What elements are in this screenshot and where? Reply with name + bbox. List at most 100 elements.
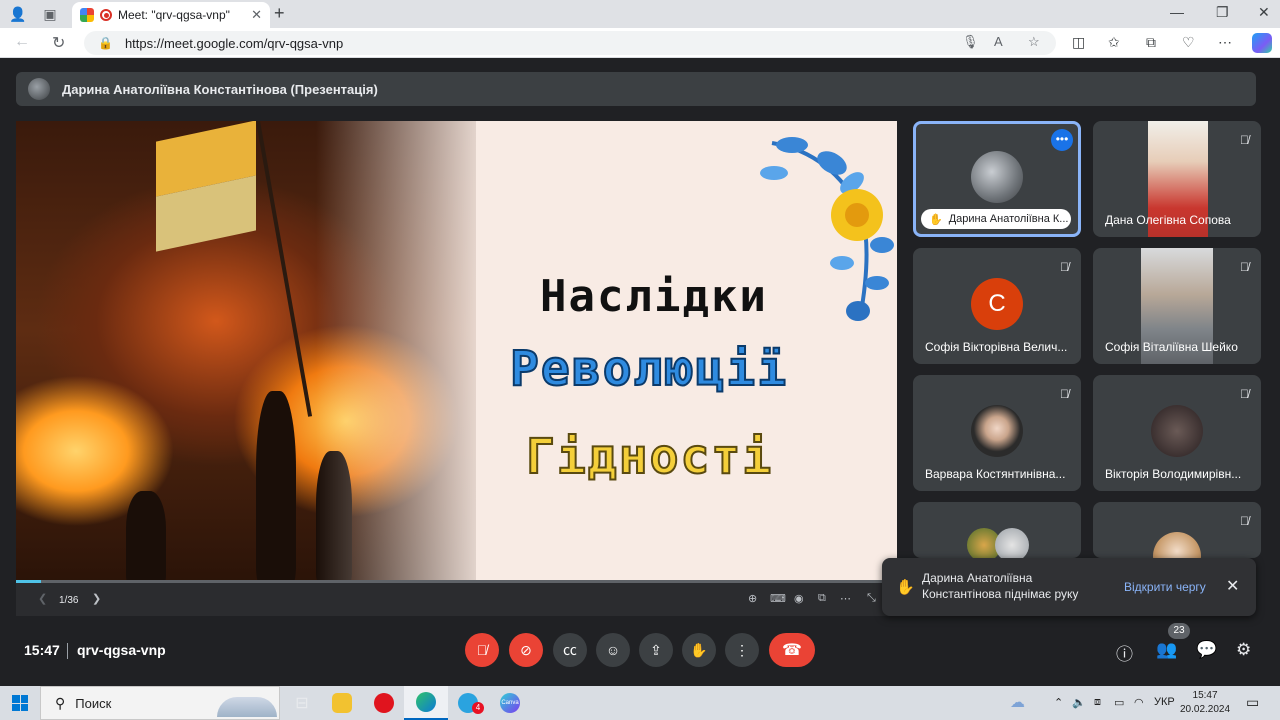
browser-tab[interactable]: Meet: "qrv-qgsa-vnp" ✕	[72, 2, 270, 28]
mic-off-icon: 🎙̸	[476, 642, 488, 658]
open-queue-button[interactable]: Відкрити чергу	[1124, 580, 1206, 594]
reactions-button[interactable]: ☺	[596, 633, 630, 667]
task-view-icon[interactable]: ⊟	[280, 686, 324, 720]
previous-slide-icon[interactable]: ❮	[38, 592, 47, 605]
new-tab-icon[interactable]: +	[274, 3, 285, 24]
more-options-icon[interactable]: ⋯	[1218, 34, 1232, 51]
weather-icon[interactable]: ☁	[1010, 693, 1025, 711]
back-icon[interactable]: ←	[14, 33, 30, 51]
keyboard-icon[interactable]: ⌨	[770, 592, 786, 605]
search-label: Поиск	[75, 695, 112, 711]
participant-name: Софія Віталіївна Шейко	[1105, 340, 1238, 354]
tab-title: Meet: "qrv-qgsa-vnp"	[118, 8, 230, 22]
zoom-icon[interactable]: ⊕	[748, 592, 757, 605]
raise-hand-button[interactable]: ✋	[682, 633, 716, 667]
minimize-icon[interactable]: —	[1170, 4, 1184, 20]
mic-muted-icon: 🎙̸	[1060, 387, 1069, 401]
reload-icon[interactable]: ↻	[52, 33, 65, 53]
meeting-code: qrv-qgsa-vnp	[77, 642, 166, 658]
present-button[interactable]: ⇪	[639, 633, 673, 667]
participant-tile[interactable]: 🎙̸ Дана Олегівна Сопова	[1093, 121, 1261, 237]
slide-title-line2: Революції	[509, 340, 789, 398]
camera-off-button[interactable]: ⊘	[509, 633, 543, 667]
notifications-icon[interactable]: ▭	[1246, 694, 1259, 711]
system-clock[interactable]: 15:47 20.02.2024	[1180, 689, 1230, 717]
file-explorer-icon[interactable]	[320, 686, 364, 720]
read-aloud-icon[interactable]: A	[994, 34, 1003, 49]
microphone-icon[interactable]: 🎙	[962, 34, 979, 50]
participant-tile[interactable]: С 🎙̸ Софія Вікторівна Велич...	[913, 248, 1081, 364]
canva-label: Canva	[500, 693, 520, 713]
opera-icon[interactable]	[362, 686, 406, 720]
participant-tile[interactable]: 🎙̸ Варвара Костянтинівна...	[913, 375, 1081, 491]
slide-options-icon[interactable]: ⧉	[818, 592, 826, 605]
emoji-icon: ☺	[605, 642, 621, 658]
lock-icon[interactable]: 🔒	[98, 36, 113, 50]
search-icon: ⚲	[55, 694, 66, 711]
meet-favicon-icon	[80, 8, 94, 22]
participant-tile[interactable]: ••• ✋ Дарина Анатоліївна К...	[913, 121, 1081, 237]
meet-tray-icon[interactable]: ⧈	[1094, 696, 1101, 709]
slide-page-indicator: 1/36	[59, 595, 79, 606]
slide-progress-fill	[16, 580, 41, 583]
hand-icon: ✋	[690, 641, 708, 658]
presenter-banner: Дарина Анатоліївна Константінова (Презен…	[16, 72, 1256, 106]
name-chip: ✋ Дарина Анатоліївна К...	[921, 209, 1071, 229]
tab-actions-icon[interactable]: ▣	[40, 4, 60, 24]
mic-off-button[interactable]: 🎙̸	[465, 633, 499, 667]
close-window-icon[interactable]: ✕	[1258, 4, 1270, 21]
profile-icon[interactable]: 👤	[8, 4, 28, 24]
chat-icon[interactable]: 💬	[1196, 640, 1217, 660]
participant-name: Варвара Костянтинівна...	[925, 467, 1066, 481]
photo-fade	[316, 121, 496, 585]
favorites-icon[interactable]: ✩	[1108, 34, 1120, 51]
maximize-icon[interactable]: ❐	[1216, 4, 1229, 21]
input-language[interactable]: УКР	[1154, 696, 1175, 708]
telegram-icon[interactable]: 4	[446, 686, 490, 720]
leave-call-button[interactable]: ☎	[769, 633, 815, 667]
more-vert-icon: ⋮	[735, 641, 749, 658]
participant-tile-group[interactable]	[913, 502, 1081, 558]
slide-more-icon[interactable]: ⋯	[840, 592, 851, 605]
battery-icon[interactable]: ▭	[1114, 696, 1124, 709]
url-field[interactable]: 🔒 https://meet.google.com/qrv-qgsa-vnp 🎙…	[84, 31, 1056, 55]
more-options-icon[interactable]: •••	[1051, 129, 1073, 151]
laser-pointer-icon[interactable]: ◉	[794, 592, 804, 605]
canva-icon[interactable]: Canva	[488, 686, 532, 720]
slide-progress-bar	[16, 580, 897, 583]
taskbar-search[interactable]: ⚲ Поиск	[40, 686, 280, 720]
meeting-info-icon[interactable]: ⓘ	[1116, 640, 1133, 665]
participant-name: Дана Олегівна Сопова	[1105, 213, 1231, 227]
show-hidden-icons-icon[interactable]: ⌃	[1054, 696, 1063, 709]
favorite-star-icon[interactable]: ☆	[1028, 34, 1040, 50]
split-screen-icon[interactable]: ◫	[1072, 34, 1085, 51]
participant-avatar	[971, 405, 1023, 457]
flag-image	[156, 121, 256, 252]
windows-taskbar: ⚲ Поиск ⊟ 4 Canva ☁ ⌃ 🔈 ⧈ ▭ ◠ УКР 15:47 …	[0, 686, 1280, 720]
exit-fullscreen-icon[interactable]: ⤡	[867, 592, 876, 605]
mic-muted-icon: 🎙̸	[1240, 260, 1249, 274]
collections-icon[interactable]: ⧉	[1146, 34, 1156, 51]
participant-tile[interactable]: 🎙̸ Вікторія Володимирівн...	[1093, 375, 1261, 491]
slide-title-line3: Гідності	[525, 428, 774, 486]
participant-count-badge: 23	[1168, 623, 1190, 639]
windows-start-icon[interactable]	[12, 695, 28, 711]
edge-icon[interactable]	[404, 686, 448, 720]
participant-tile[interactable]: 🎙̸	[1093, 502, 1261, 558]
close-tab-icon[interactable]: ✕	[251, 7, 262, 23]
copilot-icon[interactable]	[1252, 33, 1272, 53]
more-options-button[interactable]: ⋮	[725, 633, 759, 667]
mic-muted-icon: 🎙̸	[1240, 133, 1249, 147]
participant-tile[interactable]: 🎙̸ Софія Віталіївна Шейко	[1093, 248, 1261, 364]
presentation-slide[interactable]: Наслідки Революції Гідності	[16, 121, 897, 585]
browser-essentials-icon[interactable]: ♡	[1182, 34, 1195, 51]
mic-muted-icon: 🎙̸	[1060, 260, 1069, 274]
people-icon[interactable]: 👥	[1156, 640, 1177, 660]
activities-icon[interactable]: ⚙	[1236, 640, 1251, 660]
wifi-icon[interactable]: ◠	[1134, 696, 1144, 709]
next-slide-icon[interactable]: ❯	[92, 592, 101, 605]
volume-icon[interactable]: 🔈	[1072, 696, 1086, 709]
captions-button[interactable]: ㏄	[553, 633, 587, 667]
close-notification-icon[interactable]: ✕	[1226, 576, 1239, 596]
slide-title-line1: Наслідки	[540, 271, 768, 322]
